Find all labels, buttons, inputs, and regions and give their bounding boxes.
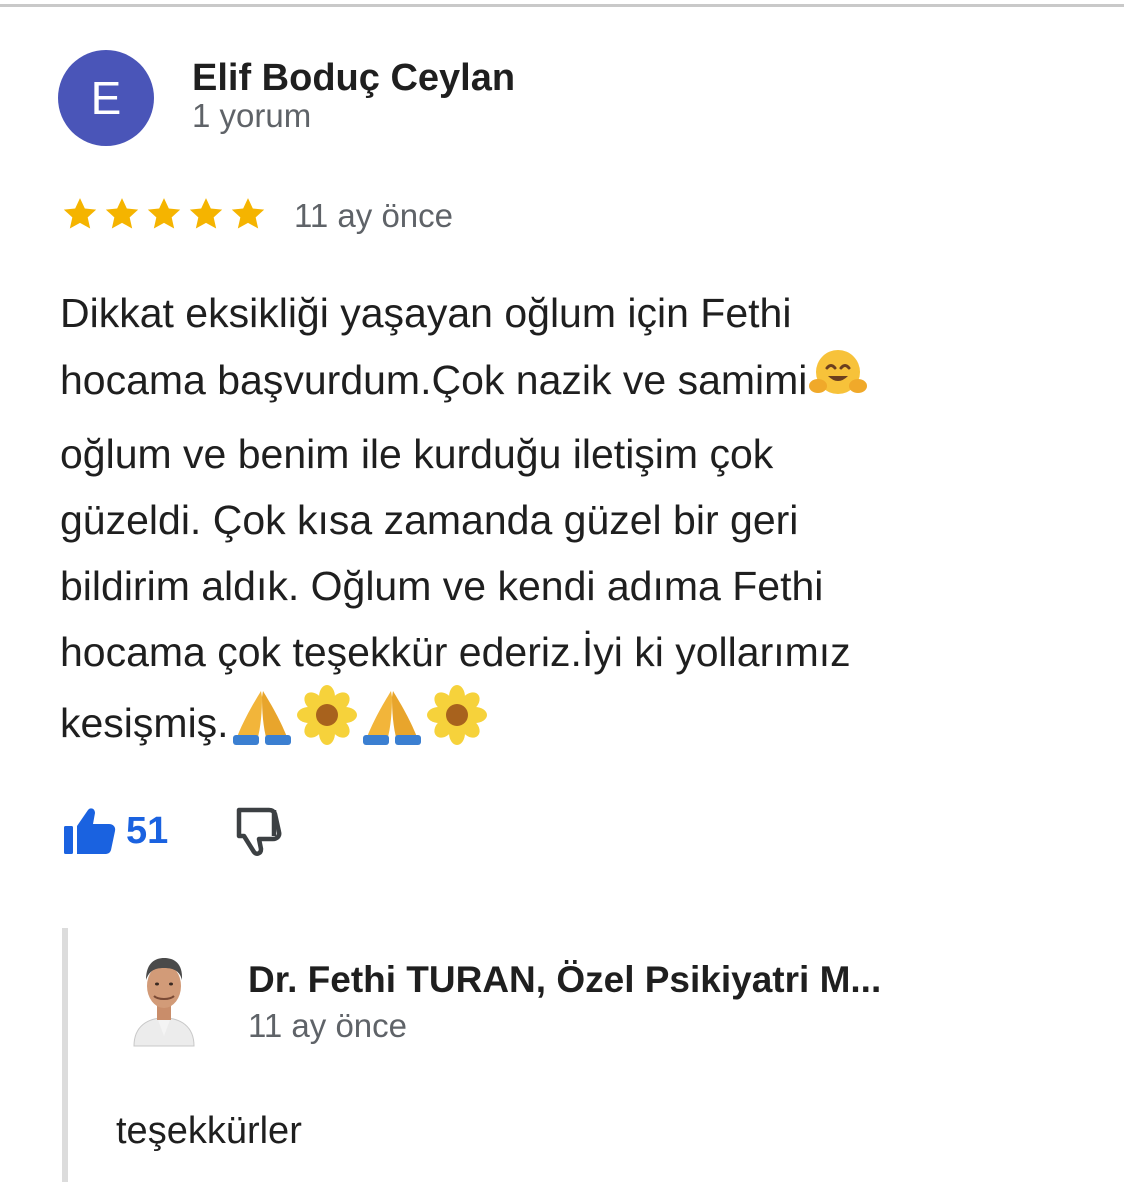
owner-avatar[interactable] [128, 946, 200, 1050]
review-reactions: 51 [62, 806, 282, 856]
star-icon [189, 198, 223, 229]
reviewer-avatar-initial: E [90, 72, 122, 124]
reply-text: teşekkürler [116, 1110, 302, 1152]
like-button[interactable]: 51 [62, 806, 168, 856]
star-icon [63, 198, 97, 229]
review-line: güzeldi. Çok kısa zamanda güzel bir geri [60, 497, 799, 543]
reviewer-name[interactable]: Elif Boduç Ceylan [192, 56, 515, 100]
dislike-button[interactable] [228, 806, 282, 856]
like-count: 51 [126, 809, 169, 852]
owner-photo-icon [133, 958, 195, 1047]
blossom-emoji-icon [296, 685, 357, 764]
folded-hands-emoji-icon [231, 687, 293, 764]
hugging-face-emoji-icon [809, 346, 868, 421]
star-icon [231, 198, 265, 229]
blossom-emoji-icon [426, 685, 487, 764]
review-line: oğlum ve benim ile kurduğu iletişim çok [60, 431, 774, 477]
review-line: hocama başvurdum.Çok nazik ve samimi [60, 346, 1070, 421]
reviewer-review-count: 1 yorum [192, 97, 312, 134]
thumbs-down-icon [237, 807, 282, 856]
owner-reply: Dr. Fethi TURAN, Özel Psikiyatri M... 11… [62, 928, 1068, 1182]
thumbs-up-icon [64, 808, 116, 854]
review-time: 11 ay önce [294, 197, 454, 234]
top-divider [0, 4, 1124, 7]
owner-name[interactable]: Dr. Fethi TURAN, Özel Psikiyatri M... [248, 958, 881, 1002]
review-line: kesişmiş. [60, 685, 1070, 764]
review-text: Dikkat eksikliği yaşayan oğlum için Feth… [60, 280, 1070, 764]
review-line: Dikkat eksikliği yaşayan oğlum için Feth… [60, 290, 792, 336]
star-icon [147, 198, 181, 229]
review-line: hocama çok teşekkür ederiz.İyi ki yollar… [60, 629, 851, 675]
folded-hands-emoji-icon [361, 687, 423, 764]
star-icon [105, 198, 139, 229]
reply-time: 11 ay önce [248, 1007, 408, 1044]
star-rating [60, 194, 268, 234]
reviewer-avatar[interactable]: E [58, 50, 154, 146]
review-line: bildirim aldık. Oğlum ve kendi adıma Fet… [60, 563, 824, 609]
